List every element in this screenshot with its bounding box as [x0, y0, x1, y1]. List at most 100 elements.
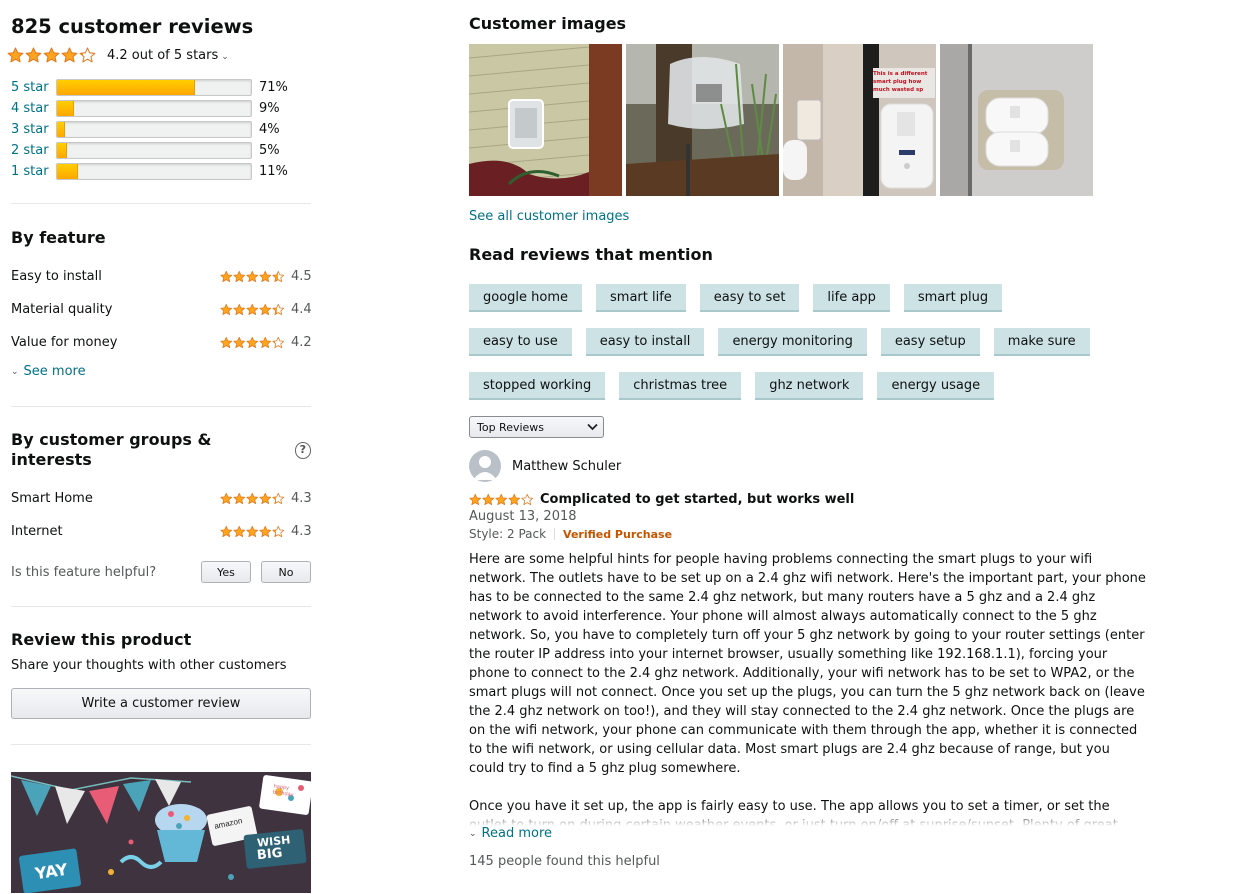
mention-chip[interactable]: easy to install: [585, 328, 705, 356]
reviewer-profile[interactable]: Matthew Schuler: [469, 450, 1149, 482]
ad-text-big: BIG: [256, 845, 284, 864]
star-full-icon: [25, 47, 42, 63]
reviews-count-heading: 825 customer reviews: [11, 15, 254, 38]
review-stars[interactable]: [469, 493, 534, 506]
histogram-row[interactable]: 4 star 9%: [11, 98, 311, 119]
customer-image-4-graphic: [940, 44, 1093, 196]
histogram-percent[interactable]: 5%: [259, 143, 280, 158]
histogram-bar[interactable]: [56, 100, 252, 117]
star-half-icon: [272, 492, 285, 505]
chevron-down-icon: ⌄: [469, 828, 477, 839]
customer-image-2[interactable]: [626, 44, 779, 196]
histogram-fill: [57, 122, 65, 137]
star-full-icon: [246, 336, 259, 349]
histogram-star-label[interactable]: 1 star: [11, 164, 56, 179]
average-rating-text[interactable]: 4.2 out of 5 stars ⌄: [107, 48, 229, 63]
customer-image-3-graphic: [783, 44, 936, 196]
mention-chip[interactable]: make sure: [993, 328, 1090, 356]
read-more-link[interactable]: ⌄ Read more: [469, 826, 1149, 841]
reviews-main: Customer images This is a different smar…: [469, 0, 1149, 869]
star-full-icon: [233, 270, 246, 283]
feature-stars: [220, 270, 285, 283]
customer-image-1[interactable]: [469, 44, 622, 196]
helpful-count: 145 people found this helpful: [469, 854, 660, 869]
histogram-bar[interactable]: [56, 163, 252, 180]
mention-chip[interactable]: energy usage: [877, 372, 995, 400]
histogram-fill: [57, 101, 75, 116]
histogram-row[interactable]: 3 star 4%: [11, 119, 311, 140]
customer-image-3[interactable]: This is a different smart plug how much …: [783, 44, 936, 196]
customer-images-strip: This is a different smart plug how much …: [469, 44, 1149, 196]
feature-row[interactable]: Value for money 4.2: [11, 326, 312, 359]
mention-chip[interactable]: easy setup: [880, 328, 980, 356]
feature-row[interactable]: Easy to install 4.5: [11, 260, 312, 293]
no-button[interactable]: No: [261, 561, 311, 583]
write-review-button[interactable]: Write a customer review: [11, 688, 311, 719]
review-title[interactable]: Complicated to get started, but works we…: [540, 492, 854, 507]
mention-chip[interactable]: energy monitoring: [718, 328, 867, 356]
histogram-percent[interactable]: 4%: [259, 122, 280, 137]
chevron-down-icon: [587, 423, 598, 431]
chip-row: easy to use easy to install energy monitor…: [469, 328, 1159, 356]
feature-rating: 4.5: [220, 269, 312, 284]
histogram-percent[interactable]: 71%: [259, 80, 288, 95]
histogram-row[interactable]: 5 star 71%: [11, 77, 311, 98]
see-all-images-link[interactable]: See all customer images: [469, 209, 1149, 224]
star-full-icon: [220, 270, 233, 283]
feature-row[interactable]: Material quality 4.4: [11, 293, 312, 326]
review-style[interactable]: Style: 2 Pack: [469, 527, 546, 541]
group-row[interactable]: Smart Home 4.3: [11, 482, 312, 515]
mention-chip[interactable]: google home: [469, 284, 583, 312]
feature-helpful-question: Is this feature helpful?: [11, 564, 157, 580]
histogram-fill: [57, 80, 195, 95]
histogram-bar[interactable]: [56, 79, 252, 96]
histogram-bar[interactable]: [56, 142, 252, 159]
star-full-icon: [233, 336, 246, 349]
sort-select[interactable]: Top Reviews: [469, 416, 604, 438]
histogram-percent[interactable]: 9%: [259, 101, 280, 116]
histogram-star-label[interactable]: 3 star: [11, 122, 56, 137]
customer-image-4[interactable]: [940, 44, 1093, 196]
star-half-icon: [272, 336, 285, 349]
histogram-percent[interactable]: 11%: [259, 164, 288, 179]
divider: [11, 406, 311, 407]
average-rating-row[interactable]: 4.2 out of 5 stars ⌄: [7, 46, 311, 64]
question-mark-icon[interactable]: ?: [294, 441, 311, 459]
histogram-fill: [57, 164, 79, 179]
star-full-icon: [220, 336, 233, 349]
mention-chip[interactable]: life app: [813, 284, 890, 312]
star-half-icon: [272, 270, 285, 283]
yes-button[interactable]: Yes: [201, 561, 251, 583]
star-full-icon: [259, 525, 272, 538]
mention-chip[interactable]: stopped working: [469, 372, 606, 400]
feature-score: 4.4: [291, 302, 312, 317]
chip-row: stopped working christmas tree ghz network…: [469, 372, 1159, 400]
mention-chip[interactable]: easy to set: [699, 284, 800, 312]
feature-rating: 4.3: [220, 524, 312, 539]
see-more-link[interactable]: ⌄ See more: [11, 364, 311, 379]
mention-chip[interactable]: christmas tree: [619, 372, 742, 400]
mention-chip[interactable]: smart plug: [903, 284, 1003, 312]
mention-chip[interactable]: ghz network: [755, 372, 864, 400]
feature-list: Easy to install 4.5 Material quality 4.4 Val…: [11, 260, 312, 359]
feature-rating: 4.4: [220, 302, 312, 317]
star-full-icon: [259, 336, 272, 349]
star-full-icon: [246, 492, 259, 505]
histogram-star-label[interactable]: 5 star: [11, 80, 56, 95]
mention-chip[interactable]: easy to use: [469, 328, 572, 356]
verified-purchase-badge[interactable]: Verified Purchase: [563, 528, 672, 541]
customer-image-1-graphic: [469, 44, 622, 196]
star-full-icon: [469, 493, 482, 506]
star-half-icon: [79, 47, 96, 63]
histogram-star-label[interactable]: 4 star: [11, 101, 56, 116]
group-row[interactable]: Internet 4.3: [11, 515, 312, 548]
mention-chip[interactable]: smart life: [596, 284, 686, 312]
gift-card-ad[interactable]: amazon WISH BIG YAY happy birthday: [11, 772, 311, 893]
histogram-bar[interactable]: [56, 121, 252, 138]
customer-image-3-caption: This is a different smart plug how much …: [873, 71, 928, 93]
histogram-row[interactable]: 2 star 5%: [11, 140, 311, 161]
star-full-icon: [220, 303, 233, 316]
chevron-down-icon: ⌄: [221, 51, 229, 62]
histogram-row[interactable]: 1 star 11%: [11, 161, 311, 182]
histogram-star-label[interactable]: 2 star: [11, 143, 56, 158]
